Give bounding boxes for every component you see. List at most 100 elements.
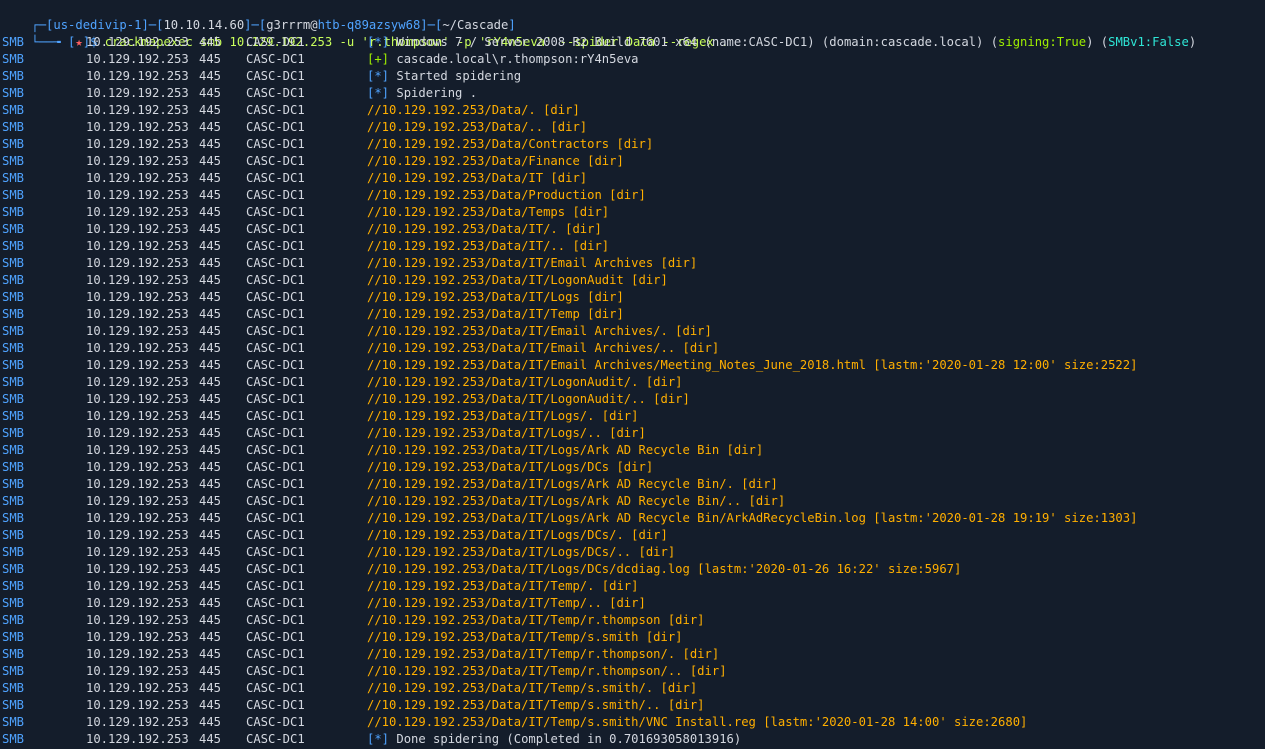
message-text: signing:True <box>998 35 1087 49</box>
output-message: [+] cascade.local\r.thompson:rY4n5eva <box>367 51 639 68</box>
target-port: 445 <box>199 103 222 117</box>
target-port: 445 <box>199 256 222 270</box>
target-hostname: CASC-DC1 <box>246 392 305 406</box>
target-ip: 10.129.192.253 <box>86 120 189 134</box>
output-line: SMB 10.129.192.253 445 CASC-DC1 //10.129.192… <box>0 136 1265 153</box>
protocol-label: SMB <box>2 511 25 525</box>
output-line: SMB 10.129.192.253 445 CASC-DC1 //10.129.192… <box>0 323 1265 340</box>
output-message: //10.129.192.253/Data/IT/Temp/s.smith [d… <box>367 629 683 646</box>
target-port: 445 <box>199 664 222 678</box>
target-ip: 10.129.192.253 <box>86 392 189 406</box>
protocol-label: SMB <box>2 290 25 304</box>
target-ip: 10.129.192.253 <box>86 103 189 117</box>
target-ip: 10.129.192.253 <box>86 647 189 661</box>
protocol-label: SMB <box>2 341 25 355</box>
output-message: //10.129.192.253/Data/IT/Logs/.. [dir] <box>367 425 646 442</box>
target-hostname: CASC-DC1 <box>246 307 305 321</box>
protocol-label: SMB <box>2 443 25 457</box>
output-line: SMB 10.129.192.253 445 CASC-DC1 //10.129.192… <box>0 153 1265 170</box>
message-text: //10.129.192.253/Data/IT/.. [dir] <box>367 239 610 253</box>
target-ip: 10.129.192.253 <box>86 205 189 219</box>
target-hostname: CASC-DC1 <box>246 562 305 576</box>
target-port: 445 <box>199 120 222 134</box>
target-ip: 10.129.192.253 <box>86 579 189 593</box>
output-message: //10.129.192.253/Data/Finance [dir] <box>367 153 624 170</box>
target-hostname: CASC-DC1 <box>246 613 305 627</box>
target-port: 445 <box>199 154 222 168</box>
output-line: SMB 10.129.192.253 445 CASC-DC1 //10.129.192… <box>0 510 1265 527</box>
output-message: //10.129.192.253/Data/IT/Email Archives/… <box>367 340 719 357</box>
target-ip: 10.129.192.253 <box>86 528 189 542</box>
target-hostname: CASC-DC1 <box>246 681 305 695</box>
protocol-label: SMB <box>2 732 25 746</box>
target-hostname: CASC-DC1 <box>246 188 305 202</box>
message-text: ) ( <box>1086 35 1109 49</box>
message-text: //10.129.192.253/Data/IT/Temp/r.thompson… <box>367 613 705 627</box>
target-ip: 10.129.192.253 <box>86 681 189 695</box>
output-line: SMB 10.129.192.253 445 CASC-DC1 //10.129.192… <box>0 170 1265 187</box>
protocol-label: SMB <box>2 647 25 661</box>
message-text: //10.129.192.253/Data/IT/Logs/DCs [dir] <box>367 460 654 474</box>
output-message: //10.129.192.253/Data/IT/.. [dir] <box>367 238 609 255</box>
status-tag: [+] <box>367 52 390 66</box>
output-message: //10.129.192.253/Data/. [dir] <box>367 102 580 119</box>
output-message: //10.129.192.253/Data/IT/Temp/r.thompson… <box>367 612 705 629</box>
target-hostname: CASC-DC1 <box>246 341 305 355</box>
output-message: //10.129.192.253/Data/IT/Logs/DCs/dcdiag… <box>367 561 961 578</box>
target-port: 445 <box>199 732 222 746</box>
target-ip: 10.129.192.253 <box>86 341 189 355</box>
target-hostname: CASC-DC1 <box>246 239 305 253</box>
output-line: SMB 10.129.192.253 445 CASC-DC1 //10.129.192… <box>0 238 1265 255</box>
output-line: SMB 10.129.192.253 445 CASC-DC1 //10.129.192… <box>0 374 1265 391</box>
message-text: //10.129.192.253/Data/Production [dir] <box>367 188 646 202</box>
target-port: 445 <box>199 358 222 372</box>
protocol-label: SMB <box>2 562 25 576</box>
message-text: //10.129.192.253/Data/IT/Email Archives/… <box>367 324 712 338</box>
protocol-label: SMB <box>2 715 25 729</box>
protocol-label: SMB <box>2 545 25 559</box>
output-line: SMB 10.129.192.253 445 CASC-DC1 //10.129.192… <box>0 425 1265 442</box>
target-port: 445 <box>199 528 222 542</box>
protocol-label: SMB <box>2 171 25 185</box>
output-message: //10.129.192.253/Data/IT/Temp [dir] <box>367 306 624 323</box>
output-line: SMB 10.129.192.253 445 CASC-DC1 //10.129.192… <box>0 408 1265 425</box>
message-text: //10.129.192.253/Data/IT/Temp/s.smith/..… <box>367 698 705 712</box>
protocol-label: SMB <box>2 69 25 83</box>
target-hostname: CASC-DC1 <box>246 86 305 100</box>
protocol-label: SMB <box>2 528 25 542</box>
target-port: 445 <box>199 307 222 321</box>
status-tag: [*] <box>367 69 390 83</box>
output-message: //10.129.192.253/Data/IT/Logs/Ark AD Rec… <box>367 442 763 459</box>
output-line: SMB 10.129.192.253 445 CASC-DC1 //10.129.192… <box>0 595 1265 612</box>
protocol-label: SMB <box>2 103 25 117</box>
output-line: SMB 10.129.192.253 445 CASC-DC1 //10.129.192… <box>0 272 1265 289</box>
target-port: 445 <box>199 222 222 236</box>
output-line: SMB 10.129.192.253 445 CASC-DC1 //10.129.192… <box>0 221 1265 238</box>
target-port: 445 <box>199 545 222 559</box>
output-message: //10.129.192.253/Data/IT/Email Archives … <box>367 255 697 272</box>
output-line: SMB 10.129.192.253 445 CASC-DC1 //10.129.192… <box>0 357 1265 374</box>
output-message: //10.129.192.253/Data/IT/Logs/DCs [dir] <box>367 459 653 476</box>
protocol-label: SMB <box>2 137 25 151</box>
status-tag: [*] <box>367 732 390 746</box>
target-port: 445 <box>199 681 222 695</box>
target-port: 445 <box>199 137 222 151</box>
target-ip: 10.129.192.253 <box>86 154 189 168</box>
target-ip: 10.129.192.253 <box>86 358 189 372</box>
protocol-label: SMB <box>2 239 25 253</box>
target-hostname: CASC-DC1 <box>246 358 305 372</box>
protocol-label: SMB <box>2 460 25 474</box>
message-text: //10.129.192.253/Data/IT/Logs/DCs/dcdiag… <box>367 562 962 576</box>
protocol-label: SMB <box>2 86 25 100</box>
target-ip: 10.129.192.253 <box>86 511 189 525</box>
target-hostname: CASC-DC1 <box>246 426 305 440</box>
target-ip: 10.129.192.253 <box>86 596 189 610</box>
target-hostname: CASC-DC1 <box>246 137 305 151</box>
terminal-window[interactable]: ┌─[us-dedivip-1]─[10.10.14.60]─[g3rrrm@h… <box>0 0 1265 749</box>
target-port: 445 <box>199 239 222 253</box>
output-message: [*] Windows 7 / Server 2008 R2 Build 760… <box>367 34 1196 51</box>
output-message: //10.129.192.253/Data/IT/Logs/Ark AD Rec… <box>367 476 778 493</box>
output-message: //10.129.192.253/Data/IT/Temp/.. [dir] <box>367 595 646 612</box>
output-message: [*] Spidering . <box>367 85 477 102</box>
target-ip: 10.129.192.253 <box>86 86 189 100</box>
